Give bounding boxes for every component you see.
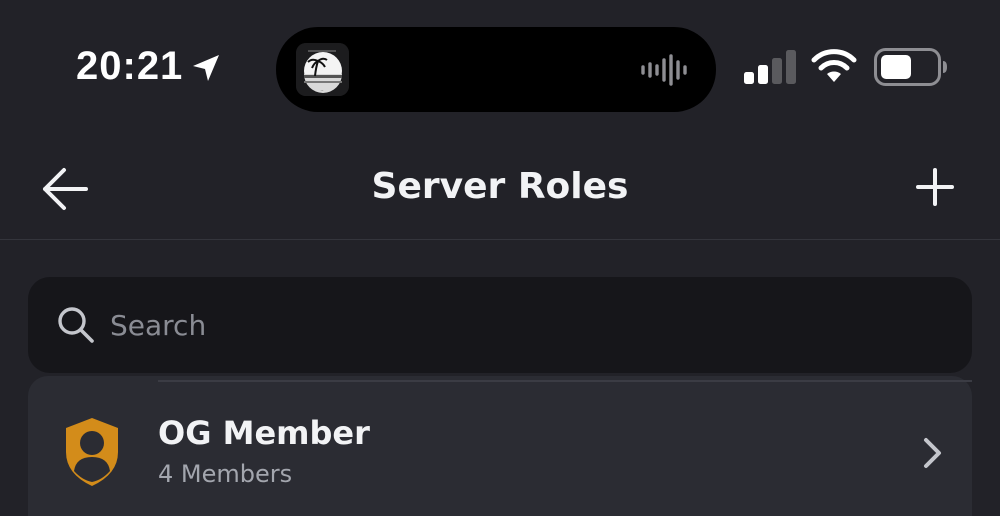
role-list: OG Member 4 Members bbox=[28, 376, 972, 516]
search-bar[interactable] bbox=[28, 277, 972, 373]
audio-waveform-icon bbox=[641, 54, 687, 86]
battery-icon bbox=[874, 48, 947, 86]
wifi-icon bbox=[811, 49, 857, 82]
cellular-signal-icon bbox=[744, 50, 796, 84]
dynamic-island[interactable]: ~ bbox=[276, 27, 716, 112]
location-arrow-icon bbox=[193, 55, 219, 81]
plus-icon bbox=[916, 168, 954, 206]
navigation-bar: Server Roles bbox=[0, 140, 1000, 240]
role-name: OG Member bbox=[158, 414, 370, 452]
album-art-image: ~ bbox=[296, 43, 349, 96]
status-time: 20:21 bbox=[76, 44, 184, 88]
role-member-count: 4 Members bbox=[158, 460, 293, 488]
search-icon bbox=[58, 307, 94, 343]
shield-person-icon bbox=[66, 418, 118, 486]
page-title: Server Roles bbox=[371, 166, 629, 207]
add-role-button[interactable] bbox=[912, 164, 958, 210]
role-row-og-member[interactable]: OG Member 4 Members bbox=[28, 376, 972, 516]
search-input[interactable] bbox=[110, 297, 930, 353]
chevron-right-icon bbox=[924, 438, 941, 468]
now-playing-artwork[interactable]: ~ bbox=[296, 43, 349, 96]
status-bar: 20:21 ~ bbox=[0, 0, 1000, 140]
svg-text:~: ~ bbox=[320, 88, 323, 93]
